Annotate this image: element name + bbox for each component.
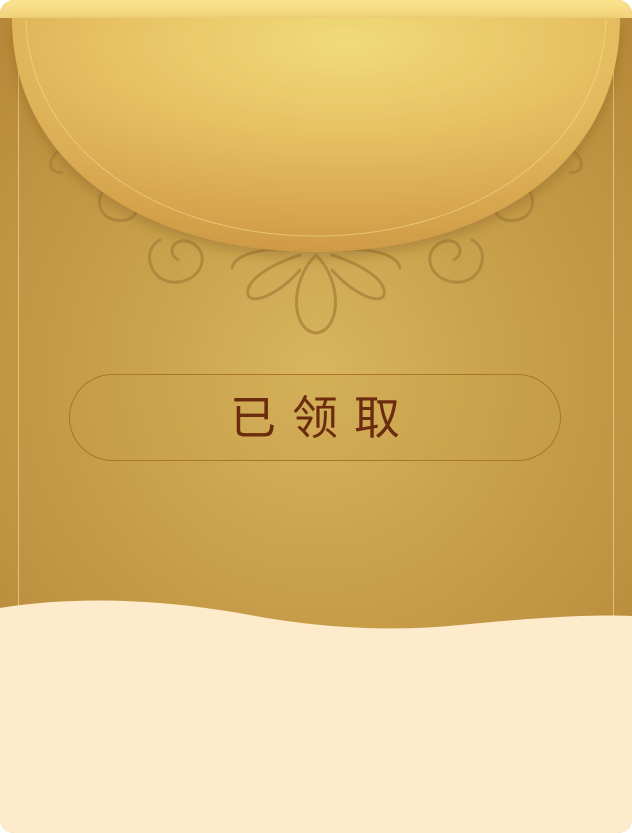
bottom-wave-panel: [0, 600, 632, 833]
red-envelope-card: 已领取: [0, 0, 632, 833]
